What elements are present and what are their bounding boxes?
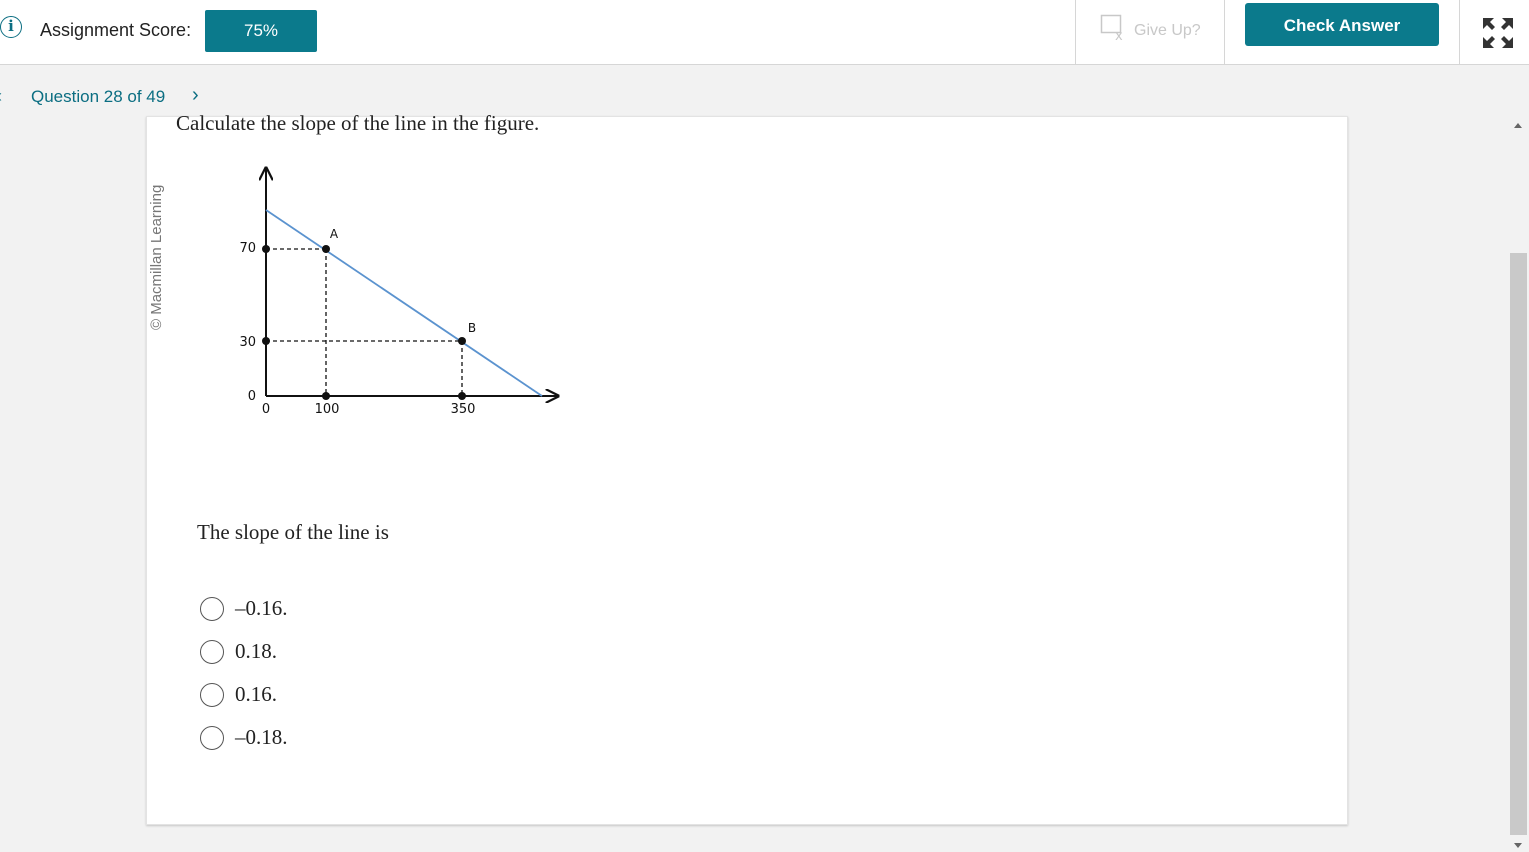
radio-button[interactable] [200,726,224,750]
question-counter[interactable]: Question 28 of 49 [31,87,165,107]
assignment-score-badge: 75% [205,10,317,52]
answer-option-label[interactable]: –0.16. [235,596,288,621]
divider [1224,0,1225,64]
x-tick-dot-100 [322,392,330,400]
demand-line [265,209,543,397]
x-tick-label: 100 [315,402,340,417]
info-icon[interactable]: i [0,16,22,38]
point-b [458,337,466,345]
question-text: Calculate the slope of the line in the f… [176,111,540,135]
answer-option-label[interactable]: 0.16. [235,682,277,707]
x-tick-dot-350 [458,392,466,400]
y-tick-label: 0 [248,389,256,404]
y-tick-label: 70 [239,241,256,256]
x-tick-label: 350 [451,402,476,417]
chevron-right-icon[interactable]: › [192,84,199,107]
answer-option-label[interactable]: 0.18. [235,639,277,664]
radio-button[interactable] [200,640,224,664]
top-bar: i Assignment Score: 75% x Give Up? Check… [0,0,1529,65]
point-a-label: A [330,227,339,241]
answer-prompt: The slope of the line is [197,520,389,544]
scroll-down-icon[interactable] [1514,843,1522,848]
x-tick-label: 0 [262,402,270,417]
assignment-score-label: Assignment Score: [40,20,192,40]
scroll-up-icon[interactable] [1514,123,1522,128]
scrollbar-thumb[interactable] [1510,253,1527,835]
y-tick-dot-30 [262,337,270,345]
svg-text:x: x [1115,29,1123,42]
divider [1075,0,1076,64]
y-tick-label: 30 [239,335,256,350]
radio-button[interactable] [200,597,224,621]
give-up-icon: x [1100,14,1123,42]
point-a [322,245,330,253]
answer-option-label[interactable]: –0.18. [235,725,288,750]
check-answer-button[interactable]: Check Answer [1245,3,1439,46]
expand-icon[interactable] [1482,17,1514,49]
slope-figure: A B 70 30 0 0 100 350 [239,160,570,417]
y-tick-dot-70 [262,245,270,253]
copyright-credit: © Macmillan Learning [148,184,165,330]
divider [1459,0,1460,64]
radio-button[interactable] [200,683,224,707]
give-up-label: Give Up? [1134,22,1201,39]
chevron-left-icon[interactable]: ‹ [0,86,2,107]
point-b-label: B [468,321,476,335]
